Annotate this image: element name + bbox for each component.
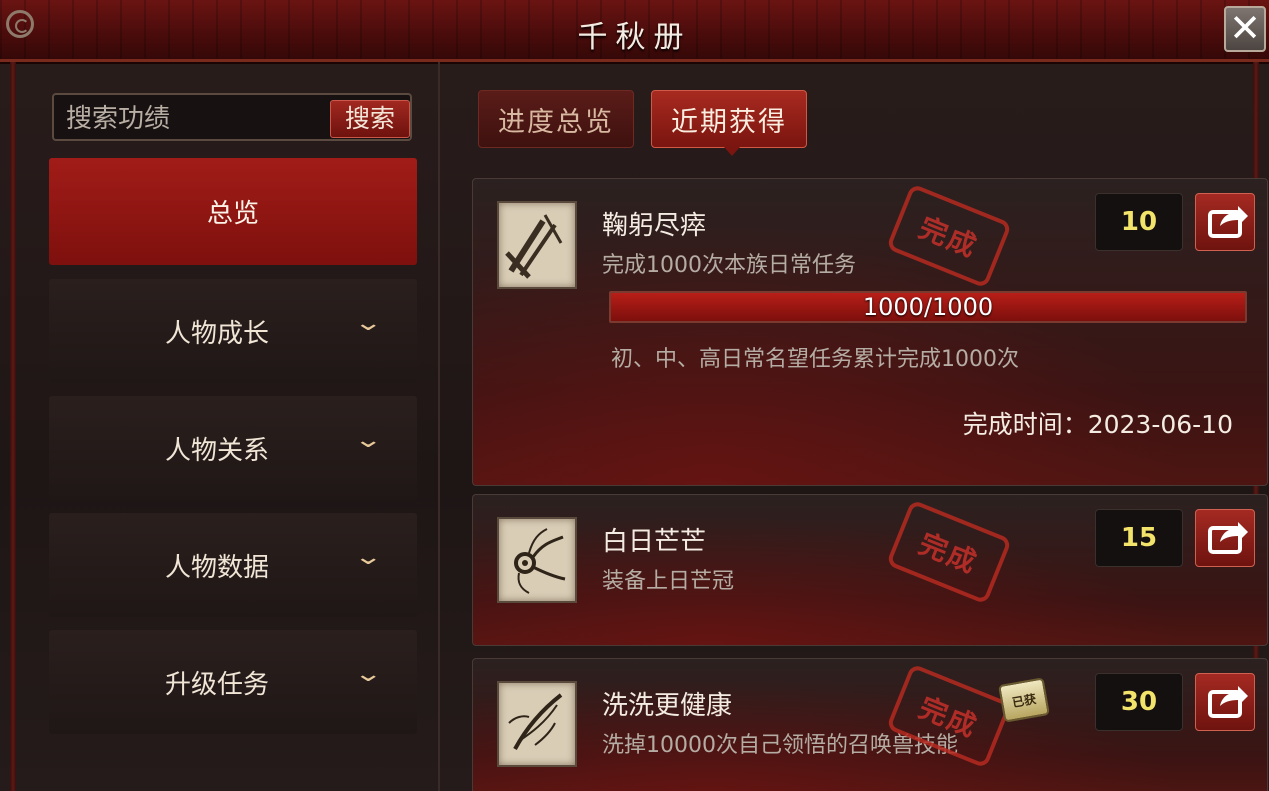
share-arrow-icon — [1208, 686, 1248, 718]
chevron-down-icon: ⌄ — [353, 662, 383, 687]
achievement-desc: 完成1000次本族日常任务 — [602, 253, 856, 278]
sun-crown-icon — [497, 517, 577, 603]
category-label: 人物数据 — [165, 553, 270, 583]
feather-brush-icon — [497, 681, 577, 767]
achievement-name: 洗洗更健康 — [602, 691, 733, 721]
points-value: 15 — [1095, 509, 1183, 567]
chevron-down-icon: ⌄ — [353, 428, 383, 453]
share-button[interactable] — [1195, 193, 1255, 251]
achievement-desc: 装备上日芒冠 — [602, 569, 735, 594]
category-growth[interactable]: 人物成长 ⌄ — [49, 279, 417, 383]
achievement-card: 白日芒芒 装备上日芒冠 完成 15 — [472, 494, 1268, 646]
progress-text: 1000/1000 — [862, 293, 994, 321]
chevron-down-icon: ⌄ — [353, 545, 383, 570]
category-label: 人物关系 — [165, 436, 270, 466]
share-arrow-icon — [1208, 206, 1248, 238]
frame-left — [10, 62, 16, 791]
search-input[interactable] — [64, 103, 328, 135]
achievement-card: 洗洗更健康 洗掉10000次自己领悟的召唤兽技能 完成 已获 30 — [472, 658, 1268, 791]
completion-time: 完成时间：2023-06-10 — [963, 405, 1233, 441]
achievement-window: 千秋册 ✕ 搜索 总览 人物成长 ⌄ 人物关系 ⌄ 人物数据 ⌄ 升级任务 ⌄ … — [0, 0, 1269, 791]
tab-progress-overview[interactable]: 进度总览 — [478, 90, 634, 148]
points-value: 10 — [1095, 193, 1183, 251]
achievement-name: 鞠躬尽瘁 — [602, 211, 707, 241]
search-button[interactable]: 搜索 — [330, 100, 410, 138]
title-bar: 千秋册 ✕ — [0, 0, 1269, 64]
category-label: 人物成长 — [165, 319, 270, 349]
achievement-note: 初、中、高日常名望任务累计完成1000次 — [611, 347, 1019, 372]
category-data[interactable]: 人物数据 ⌄ — [49, 513, 417, 617]
category-overview[interactable]: 总览 — [49, 158, 417, 265]
share-button[interactable] — [1195, 673, 1255, 731]
completed-stamp: 完成 — [885, 499, 1013, 605]
share-arrow-icon — [1208, 522, 1248, 554]
search-box: 搜索 — [52, 93, 412, 141]
category-label: 升级任务 — [165, 670, 270, 700]
close-button[interactable]: ✕ — [1224, 6, 1266, 52]
window-title: 千秋册 — [577, 20, 692, 55]
share-button[interactable] — [1195, 509, 1255, 567]
tab-recent-acquired[interactable]: 近期获得 — [651, 90, 807, 156]
achievement-name: 白日芒芒 — [602, 527, 707, 557]
achievement-card: 鞠躬尽瘁 完成1000次本族日常任务 完成 10 1000/1000 初、中、高… — [472, 178, 1268, 486]
completed-stamp: 完成 — [885, 183, 1013, 289]
completion-time-label: 完成时间： — [962, 410, 1088, 439]
category-upgrade-tasks[interactable]: 升级任务 ⌄ — [49, 630, 417, 734]
achievement-progress-bar: 1000/1000 — [609, 291, 1247, 323]
points-value: 30 — [1095, 673, 1183, 731]
category-relations[interactable]: 人物关系 ⌄ — [49, 396, 417, 500]
completion-time-value: 2023-06-10 — [1087, 410, 1233, 439]
crossed-sticks-icon — [497, 201, 577, 289]
acquired-badge-icon: 已获 — [998, 677, 1050, 723]
panel-divider — [438, 62, 440, 791]
chevron-down-icon: ⌄ — [353, 311, 383, 336]
